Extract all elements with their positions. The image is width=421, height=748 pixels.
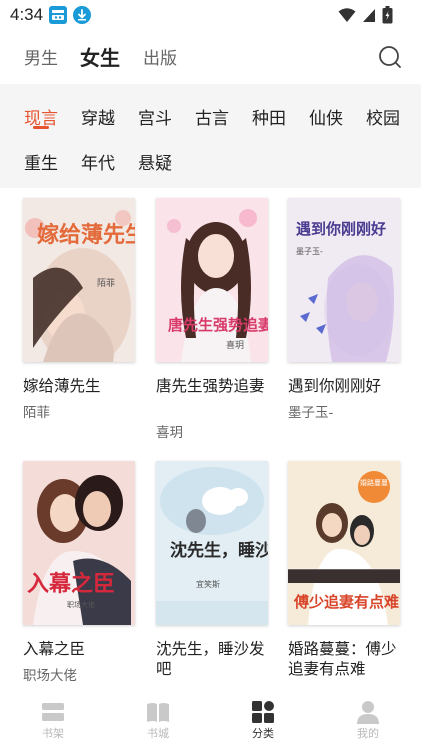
book-author: 喜玥 xyxy=(156,425,183,441)
book-title[interactable]: 遇到你刚刚好 xyxy=(288,376,408,396)
search-button[interactable] xyxy=(377,44,403,70)
cover-author-text: 婚路蔓蔓 xyxy=(360,478,388,487)
category-item-校园[interactable]: 校园 xyxy=(366,104,400,129)
cover-author-text: 陌菲 xyxy=(97,277,115,289)
wifi-icon xyxy=(338,8,356,22)
profile-icon xyxy=(357,701,379,724)
nav-item-category[interactable]: 分类 xyxy=(223,696,303,748)
book-author: 职场大佬 xyxy=(23,668,77,684)
category-item-仙侠[interactable]: 仙侠 xyxy=(309,104,343,129)
tab-female[interactable]: 女生 xyxy=(80,42,120,71)
nav-label: 书架 xyxy=(42,727,64,740)
cell-signal-icon xyxy=(363,9,375,22)
gender-tab-bar: 男生 女生 出版 xyxy=(0,30,421,84)
book-cover[interactable]: 入幕之臣 职场大佬 xyxy=(23,461,135,625)
notification-app-icon xyxy=(49,6,68,24)
cover-title-text: 唐先生强势追妻 xyxy=(168,316,268,334)
tab-male[interactable]: 男生 xyxy=(24,44,58,69)
book-cover[interactable]: 沈先生，睡沙发吧 宜笑斯 xyxy=(156,461,268,625)
category-item-穿越[interactable]: 穿越 xyxy=(81,104,115,129)
book-title[interactable]: 唐先生强势追妻 xyxy=(156,376,276,396)
book-cover[interactable]: 傅少追妻有点难 婚路蔓蔓 xyxy=(288,461,400,625)
cover-author-text: 喜玥 xyxy=(226,339,244,351)
status-bar: 4:34 xyxy=(0,0,421,30)
book-author: 墨子玉- xyxy=(288,405,334,421)
book-grid: 嫁给薄先生 陌菲 嫁给薄先生 陌菲 唐先生强势追妻 喜玥 唐先生强势追妻 喜玥 xyxy=(0,188,421,696)
category-item-悬疑[interactable]: 悬疑 xyxy=(138,149,172,174)
cover-title-text: 嫁给薄先生 xyxy=(37,222,135,248)
book-cover[interactable]: 遇到你刚刚好 墨子玉- xyxy=(288,198,400,362)
book-cover[interactable]: 嫁给薄先生 陌菲 xyxy=(23,198,135,362)
cover-author-text: 宜笑斯 xyxy=(196,579,220,589)
status-time: 4:34 xyxy=(10,5,44,24)
category-item-种田[interactable]: 种田 xyxy=(252,104,286,129)
book-title[interactable]: 沈先生，睡沙发吧 xyxy=(156,639,276,679)
search-icon xyxy=(379,46,401,68)
nav-item-bookshelf[interactable]: 书架 xyxy=(13,696,93,748)
book-title[interactable]: 入幕之臣 xyxy=(23,639,143,659)
nav-item-profile[interactable]: 我的 xyxy=(328,696,408,748)
cover-title-text: 遇到你刚刚好 xyxy=(296,220,386,238)
book-author: 陌菲 xyxy=(23,405,50,421)
open-book-icon xyxy=(147,703,169,722)
cover-author-text: 墨子玉- xyxy=(296,247,323,256)
category-panel: 现言 穿越 宫斗 古言 种田 仙侠 校园 重生 年代 悬疑 xyxy=(0,84,421,188)
bookshelf-icon xyxy=(42,703,64,721)
bottom-navigation: 书架 书城 分类 我的 xyxy=(0,696,421,748)
cover-author-text: 职场大佬 xyxy=(67,600,95,609)
cover-title-text: 入幕之臣 xyxy=(27,571,115,597)
tab-publish[interactable]: 出版 xyxy=(143,44,177,69)
nav-label: 分类 xyxy=(252,727,274,740)
cover-title-text: 傅少追妻有点难 xyxy=(293,593,399,611)
cover-title-text: 沈先生，睡沙发吧 xyxy=(170,540,268,561)
book-title[interactable]: 婚路蔓蔓：傅少追妻有点难 xyxy=(288,639,408,679)
nav-label: 我的 xyxy=(357,727,379,740)
battery-icon xyxy=(382,6,393,24)
nav-item-bookstore[interactable]: 书城 xyxy=(118,696,198,748)
book-cover[interactable]: 唐先生强势追妻 喜玥 xyxy=(156,198,268,362)
category-item-古言[interactable]: 古言 xyxy=(195,104,229,129)
category-grid-icon xyxy=(252,701,274,723)
download-icon xyxy=(73,6,92,24)
category-item-重生[interactable]: 重生 xyxy=(24,149,58,174)
book-title[interactable]: 嫁给薄先生 xyxy=(23,376,143,396)
active-category-indicator xyxy=(33,126,49,129)
category-item-宫斗[interactable]: 宫斗 xyxy=(138,104,172,129)
category-item-年代[interactable]: 年代 xyxy=(81,149,115,174)
system-indicators xyxy=(338,6,393,24)
nav-label: 书城 xyxy=(147,727,169,740)
